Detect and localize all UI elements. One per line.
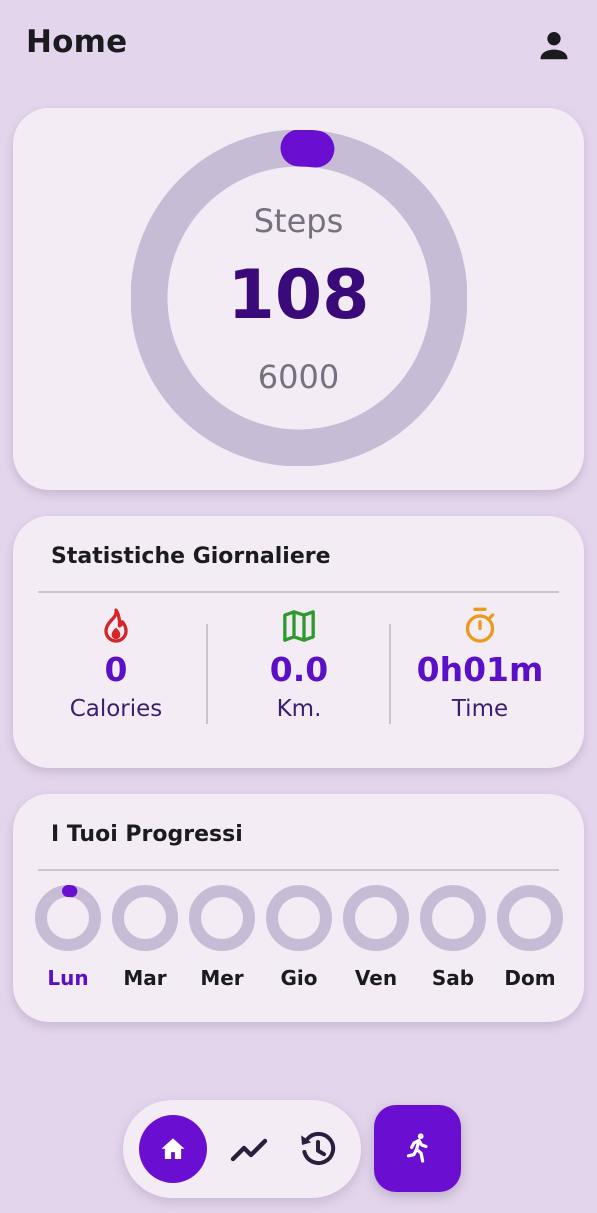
distance-value: 0.0 <box>269 650 329 689</box>
nav-stats-button[interactable] <box>225 1125 273 1173</box>
day-progress-gio[interactable]: Gio <box>263 884 335 990</box>
day-progress-lun[interactable]: Lun <box>32 884 104 990</box>
weekly-progress-card: I Tuoi Progressi Lun Mar Mer Gio Ven Sab Dom <box>13 794 584 1022</box>
page-title: Home <box>26 24 128 60</box>
day-progress-ring <box>189 885 255 951</box>
progress-title: I Tuoi Progressi <box>51 822 243 847</box>
steps-card: Steps 108 6000 <box>13 108 584 490</box>
stopwatch-icon <box>465 607 495 643</box>
nav-home-button[interactable] <box>139 1115 207 1183</box>
day-progress-ring <box>266 885 332 951</box>
profile-icon[interactable] <box>535 26 573 64</box>
day-progress-mar[interactable]: Mar <box>109 884 181 990</box>
flame-icon <box>104 608 128 643</box>
day-progress-ven[interactable]: Ven <box>340 884 412 990</box>
day-label: Gio <box>280 966 318 990</box>
distance-label: Km. <box>276 696 322 722</box>
day-progress-mer[interactable]: Mer <box>186 884 258 990</box>
day-label: Lun <box>47 966 89 990</box>
day-progress-ring <box>497 885 563 951</box>
stat-time: 0h01m Time <box>385 606 575 724</box>
map-icon <box>283 610 315 642</box>
time-label: Time <box>451 696 509 722</box>
app-header: Home <box>0 0 597 92</box>
steps-label: Steps <box>253 202 344 240</box>
day-progress-ring <box>420 885 486 951</box>
day-progress-ring <box>112 885 178 951</box>
home-icon <box>161 1138 185 1159</box>
run-icon <box>406 1133 428 1163</box>
start-run-button[interactable] <box>374 1105 461 1192</box>
divider <box>38 591 559 593</box>
stat-distance: 0.0 Km. <box>204 606 394 724</box>
day-label: Mar <box>123 966 167 990</box>
steps-goal: 6000 <box>257 358 340 396</box>
day-label: Dom <box>504 966 556 990</box>
calories-label: Calories <box>69 696 163 722</box>
day-label: Sab <box>431 966 475 990</box>
nav-history-button[interactable] <box>294 1125 342 1173</box>
trending-icon <box>230 1138 268 1162</box>
bottom-navigation <box>123 1100 361 1198</box>
calories-value: 0 <box>104 650 128 689</box>
history-icon <box>301 1131 336 1166</box>
divider <box>38 869 559 871</box>
daily-stats-title: Statistiche Giornaliere <box>51 544 331 569</box>
day-label: Mer <box>200 966 244 990</box>
day-progress-dom[interactable]: Dom <box>494 884 566 990</box>
day-progress-ring <box>343 885 409 951</box>
day-label: Ven <box>354 966 398 990</box>
time-value: 0h01m <box>416 650 544 689</box>
day-progress-sab[interactable]: Sab <box>417 884 489 990</box>
day-progress-ring <box>35 885 101 951</box>
daily-stats-card: Statistiche Giornaliere 0 Calories 0.0 K… <box>13 516 584 768</box>
steps-count: 108 <box>227 256 370 335</box>
stat-calories: 0 Calories <box>21 606 211 724</box>
